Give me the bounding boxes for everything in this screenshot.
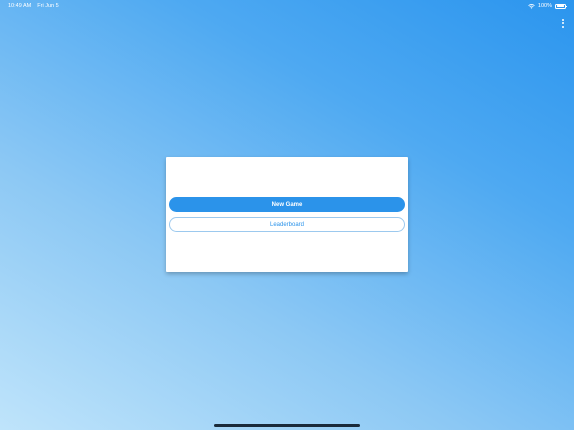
menu-card: New Game Leaderboard xyxy=(166,157,408,272)
more-vertical-icon-dot xyxy=(562,25,564,28)
more-vertical-icon xyxy=(562,18,564,21)
wifi-icon xyxy=(528,3,535,9)
status-bar: 10:49 AM Fri Jun 5 100% xyxy=(0,0,574,12)
status-date: Fri Jun 5 xyxy=(37,3,59,9)
leaderboard-button[interactable]: Leaderboard xyxy=(169,217,405,232)
app-screen: 10:49 AM Fri Jun 5 100% New Game Leaderb… xyxy=(0,0,574,430)
status-right: 100% xyxy=(528,3,567,9)
battery-icon xyxy=(555,3,567,9)
more-options-button[interactable] xyxy=(560,17,566,29)
more-vertical-icon-dot xyxy=(562,22,564,24)
home-indicator xyxy=(214,424,360,427)
battery-percentage: 100% xyxy=(537,3,552,9)
status-left: 10:49 AM Fri Jun 5 xyxy=(8,3,59,9)
new-game-button[interactable]: New Game xyxy=(169,197,405,212)
status-time: 10:49 AM xyxy=(8,3,32,9)
